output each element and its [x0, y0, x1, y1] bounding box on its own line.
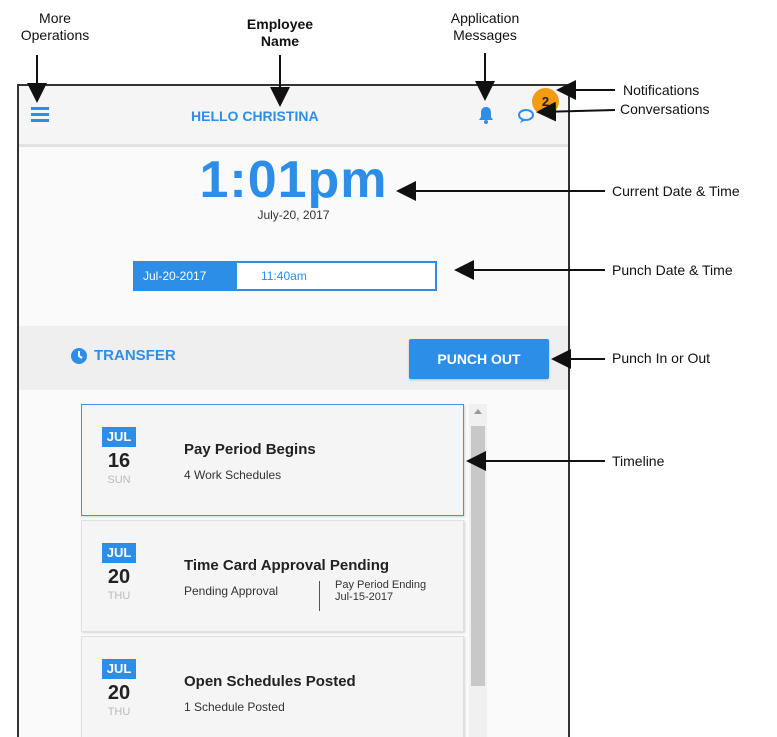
annotation-arrows — [27, 53, 616, 471]
